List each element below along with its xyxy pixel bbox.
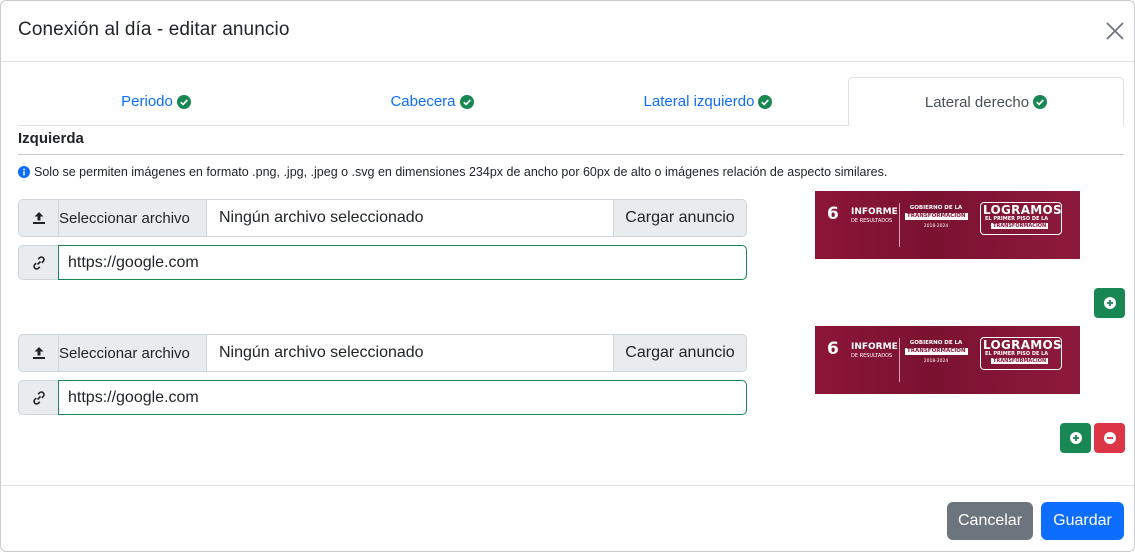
link-addon: [18, 245, 58, 280]
remove-ad-button[interactable]: [1094, 423, 1125, 453]
plus-circle-icon: [1103, 297, 1116, 309]
tab-lateral-izquierdo[interactable]: Lateral izquierdo: [570, 77, 846, 126]
ad-preview-image: 6 INFORME DE RESULTADOS GOBIERNO DE LA T…: [815, 326, 1080, 394]
format-info: Solo se permiten imágenes en formato .pn…: [18, 165, 887, 179]
tab-label: Cabecera: [390, 93, 456, 110]
banner-informe: INFORME: [851, 342, 898, 352]
check-circle-icon: [758, 94, 773, 109]
banner-gobierno: GOBIERNO DE LA TRANSFORMACIÓN: [905, 340, 968, 355]
banner-logros-sub: EL PRIMER PISO DE LA: [985, 216, 1049, 222]
banner-gob-line2: TRANSFORMACIÓN: [905, 348, 968, 355]
upload-addon: [19, 335, 59, 371]
check-circle-icon: [459, 94, 474, 109]
banner-gobierno: GOBIERNO DE LA TRANSFORMACIÓN: [905, 205, 968, 220]
choose-file-button[interactable]: Seleccionar archivo: [59, 335, 207, 371]
banner-number: 6: [827, 339, 839, 359]
minus-circle-icon: [1103, 432, 1116, 444]
tab-bar: Periodo Cabecera Lateral izquierdo Later…: [18, 77, 1124, 127]
modal-header: Conexión al día - editar anuncio: [1, 1, 1134, 62]
tab-cabecera[interactable]: Cabecera: [294, 77, 570, 126]
banner-resultados: DE RESULTADOS: [851, 218, 893, 224]
check-circle-icon: [176, 94, 191, 109]
ad-preview-image: 6 INFORME DE RESULTADOS GOBIERNO DE LA T…: [815, 191, 1080, 259]
banner-resultados: DE RESULTADOS: [851, 353, 893, 359]
modal-title: Conexión al día - editar anuncio: [18, 19, 290, 40]
choose-file-button[interactable]: Seleccionar archivo: [59, 200, 207, 236]
tab-label: Periodo: [121, 93, 173, 110]
add-ad-button[interactable]: [1094, 288, 1125, 318]
close-button[interactable]: [1101, 17, 1129, 45]
banner-logros-sub: EL PRIMER PISO DE LA: [985, 351, 1049, 357]
banner-years: 2018-2024: [923, 224, 949, 229]
url-input-group: [18, 245, 747, 280]
format-info-text: Solo se permiten imágenes en formato .pn…: [34, 165, 888, 179]
banner-informe: INFORME: [851, 207, 898, 217]
file-input-group: Seleccionar archivo Ningún archivo selec…: [18, 334, 747, 372]
banner-logros-sub2: TRANSFORMACIÓN: [991, 223, 1049, 229]
banner-gob-line1: GOBIERNO DE LA: [909, 205, 963, 211]
check-circle-icon: [1033, 95, 1048, 109]
upload-addon: [19, 200, 59, 236]
banner-logros-sub2: TRANSFORMACIÓN: [991, 358, 1049, 364]
banner-separator: [899, 203, 900, 247]
ad-url-input[interactable]: [58, 380, 747, 415]
banner-logros: LOGRAMOS: [983, 338, 1062, 352]
add-ad-button[interactable]: [1060, 423, 1091, 453]
close-icon: [1106, 22, 1124, 40]
file-input-group: Seleccionar archivo Ningún archivo selec…: [18, 199, 747, 237]
upload-ad-button[interactable]: Cargar anuncio: [613, 200, 746, 236]
section-title: Izquierda: [18, 130, 84, 147]
tab-label: Lateral derecho: [924, 93, 1030, 111]
banner-number: 6: [827, 204, 839, 224]
banner-separator: [899, 338, 900, 382]
section-divider: [18, 154, 1124, 155]
banner-logros: LOGRAMOS: [983, 203, 1062, 217]
file-name-display[interactable]: Ningún archivo seleccionado: [207, 335, 613, 371]
tab-periodo[interactable]: Periodo: [18, 77, 294, 126]
edit-ad-modal: Conexión al día - editar anuncio Periodo…: [0, 0, 1135, 552]
url-input-group: [18, 380, 747, 415]
upload-icon: [32, 347, 45, 359]
banner-gob-line2: TRANSFORMACIÓN: [905, 213, 968, 220]
link-icon: [32, 390, 45, 405]
info-circle-icon: [18, 166, 30, 178]
cancel-button[interactable]: Cancelar: [947, 502, 1033, 540]
ad-url-input[interactable]: [58, 245, 747, 280]
save-button[interactable]: Guardar: [1041, 502, 1124, 540]
file-name-display[interactable]: Ningún archivo seleccionado: [207, 200, 613, 236]
upload-icon: [32, 212, 45, 224]
footer-divider: [1, 485, 1134, 486]
banner-gob-line1: GOBIERNO DE LA: [909, 340, 963, 346]
tab-label: Lateral izquierdo: [643, 93, 755, 110]
banner-years: 2018-2024: [923, 359, 949, 364]
upload-ad-button[interactable]: Cargar anuncio: [613, 335, 746, 371]
tab-lateral-derecho[interactable]: Lateral derecho: [848, 77, 1124, 127]
link-icon: [32, 255, 45, 270]
link-addon: [18, 380, 58, 415]
plus-circle-icon: [1069, 432, 1082, 444]
